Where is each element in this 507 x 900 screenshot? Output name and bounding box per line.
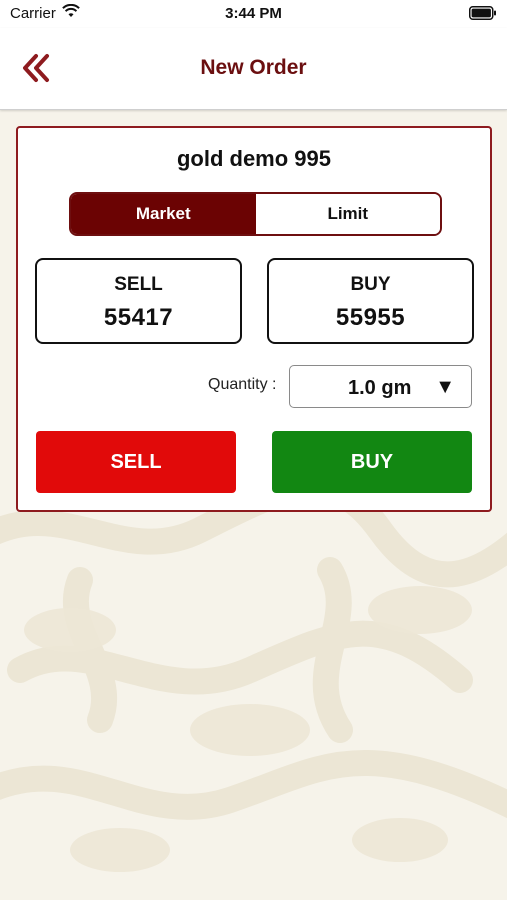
tab-market[interactable]: Market bbox=[71, 194, 256, 234]
dropdown-triangle-icon: ▼ bbox=[435, 376, 455, 398]
quantity-value: 1.0 gm bbox=[348, 377, 412, 399]
buy-price-box: BUY 55955 bbox=[267, 258, 474, 344]
status-bar: Carrier 3:44 PM bbox=[0, 0, 507, 28]
sell-button[interactable]: SELL bbox=[36, 431, 236, 493]
sell-price-box: SELL 55417 bbox=[35, 258, 242, 344]
navigation-bar: New Order bbox=[0, 28, 507, 110]
page-title: New Order bbox=[200, 56, 307, 79]
quantity-label: Quantity : bbox=[208, 376, 277, 393]
battery-icon bbox=[469, 6, 497, 24]
sell-price-value: 55417 bbox=[103, 304, 174, 331]
buy-price-value: 55955 bbox=[335, 304, 406, 331]
product-name: gold demo 995 bbox=[176, 146, 332, 171]
buy-button[interactable]: BUY bbox=[272, 431, 472, 493]
status-time: 3:44 PM bbox=[225, 5, 282, 22]
tab-limit[interactable]: Limit bbox=[255, 194, 440, 234]
order-type-segment: Market Limit bbox=[69, 192, 442, 236]
quantity-dropdown[interactable]: 1.0 gm ▼ bbox=[289, 365, 472, 408]
sell-price-label: SELL bbox=[114, 274, 163, 295]
order-card: gold demo 995 Market Limit SELL 55417 BU… bbox=[16, 126, 492, 512]
buy-price-label: BUY bbox=[350, 274, 391, 295]
